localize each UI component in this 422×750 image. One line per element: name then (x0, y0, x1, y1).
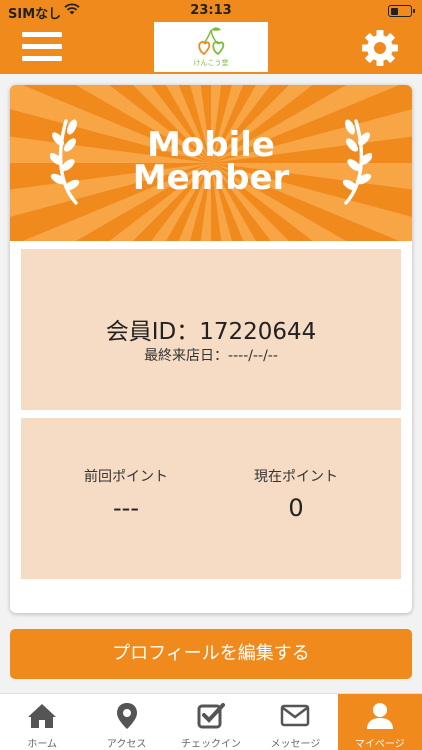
status-bar: SIMなし 23:13 (0, 0, 422, 22)
previous-points-label: 前回ポイント (84, 469, 168, 485)
member-id: 会員ID：17220644 (105, 319, 317, 345)
logo-text: けんこう堂 (193, 59, 229, 67)
tab-label: マイページ (354, 739, 405, 750)
tab-label: アクセス (106, 739, 147, 750)
member-info-panel: 会員ID：17220644 最終来店日：----/--/-- (21, 249, 401, 410)
app-header: けんこう堂 (0, 22, 422, 74)
mail-icon (281, 704, 310, 727)
banner-title: Mobile Member (10, 128, 412, 198)
tab-label: ホーム (27, 739, 58, 750)
previous-points-value: --- (113, 494, 139, 522)
last-visit-date: 最終来店日：----/--/-- (144, 348, 278, 364)
tab-checkin[interactable]: チェックイン (169, 694, 253, 750)
tab-label: チェックイン (180, 739, 241, 750)
points-panel: 前回ポイント --- 現在ポイント 0 (21, 418, 401, 579)
gear-icon[interactable] (360, 28, 400, 68)
current-points-value: 0 (288, 494, 304, 522)
current-points-label: 現在ポイント (254, 469, 338, 485)
banner-title-line2: Member (132, 158, 290, 198)
hamburger-menu-icon[interactable] (22, 30, 62, 64)
tab-mypage[interactable]: マイページ (337, 694, 422, 750)
member-card: Mobile Member 会員ID：17220644 最終来店日：----/-… (10, 85, 412, 613)
tab-message[interactable]: メッセージ (253, 694, 337, 750)
previous-points: 前回ポイント --- (36, 466, 216, 522)
map-pin-icon (116, 703, 137, 729)
battery-icon (388, 5, 415, 17)
cherry-logo-icon (198, 27, 225, 56)
app-logo: けんこう堂 (154, 22, 268, 72)
tab-access[interactable]: アクセス (84, 694, 168, 750)
tab-home[interactable]: ホーム (0, 694, 84, 750)
checkbox-icon (197, 703, 225, 729)
tab-label: メッセージ (270, 739, 321, 750)
home-icon (28, 704, 57, 728)
clock: 23:13 (190, 3, 232, 18)
current-points: 現在ポイント 0 (206, 466, 386, 522)
edit-profile-button[interactable]: プロフィールを編集する (10, 629, 412, 679)
bottom-tab-bar: ホーム アクセス チェックイン メッセージ マイページ (0, 693, 422, 750)
user-icon (366, 703, 393, 729)
member-banner: Mobile Member (10, 85, 412, 241)
